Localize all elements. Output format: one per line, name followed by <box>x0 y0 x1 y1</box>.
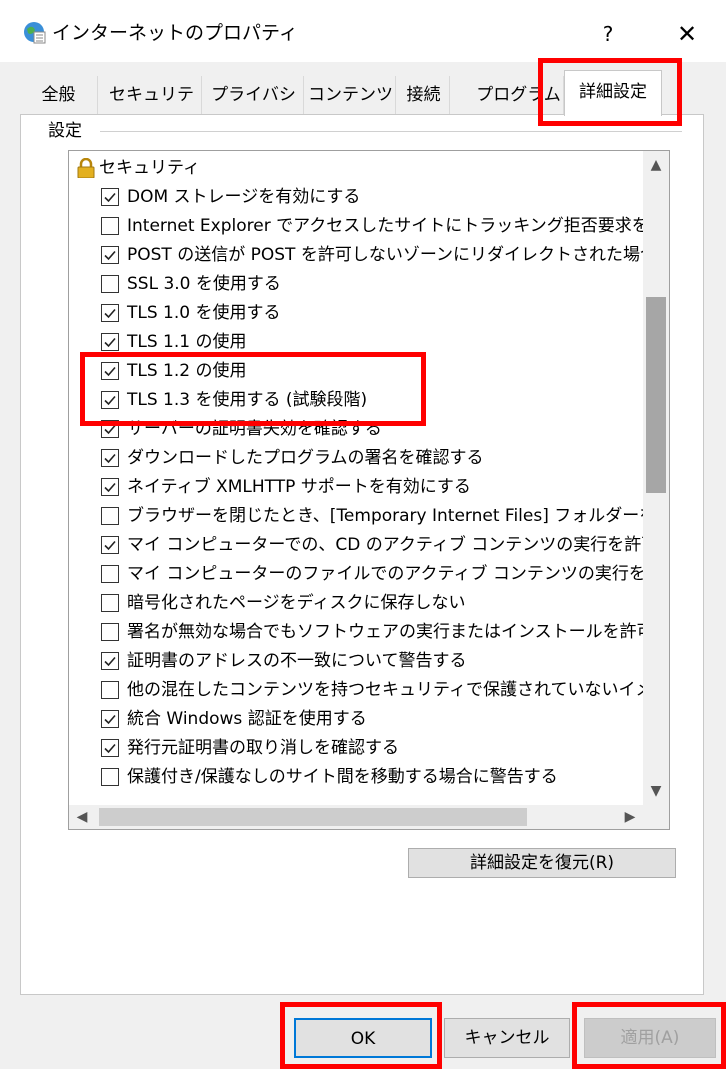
chevron-right-icon[interactable]: ▶ <box>617 805 643 829</box>
vertical-scroll-thumb[interactable] <box>646 297 666 493</box>
setting-label: SSL 3.0 を使用する <box>127 274 281 294</box>
tab-programs[interactable]: プログラム <box>474 76 564 114</box>
chevron-up-icon[interactable]: ▲ <box>643 151 669 179</box>
setting-label: サーバーの証明書失効を確認する <box>127 419 382 439</box>
checkbox-checked[interactable] <box>101 391 119 409</box>
group-divider <box>100 131 682 132</box>
cancel-button[interactable]: キャンセル <box>444 1018 570 1058</box>
settings-tree[interactable]: セキュリティ DOM ストレージを有効にする Internet Explorer … <box>68 150 670 830</box>
checkmark-icon <box>104 540 116 551</box>
horizontal-scroll-thumb[interactable] <box>99 808 527 826</box>
setting-label: 統合 Windows 認証を使用する <box>127 709 367 729</box>
tab-security[interactable]: セキュリティ <box>102 76 202 143</box>
checkmark-icon <box>104 337 116 348</box>
chevron-down-icon[interactable]: ▼ <box>643 777 669 805</box>
setting-label: TLS 1.2 の使用 <box>127 361 247 381</box>
checkbox-checked[interactable] <box>101 188 119 206</box>
lock-icon <box>77 157 95 179</box>
setting-label: POST の送信が POST を許可しないゾーンにリダイレクトされた場合 <box>127 245 643 265</box>
checkbox-unchecked[interactable] <box>101 275 119 293</box>
setting-label: 保護付き/保護なしのサイト間を移動する場合に警告する <box>127 767 558 787</box>
tab-connections[interactable]: 接続 <box>398 76 450 114</box>
checkbox-unchecked[interactable] <box>101 217 119 235</box>
checkbox-checked[interactable] <box>101 652 119 670</box>
checkbox-checked[interactable] <box>101 362 119 380</box>
checkmark-icon <box>104 308 116 319</box>
checkmark-icon <box>104 453 116 464</box>
checkbox-checked[interactable] <box>101 710 119 728</box>
setting-label: ダウンロードしたプログラムの署名を確認する <box>127 448 484 468</box>
internet-globe-icon <box>22 20 46 44</box>
horizontal-scrollbar[interactable]: ◀ ▶ <box>69 805 643 829</box>
checkbox-unchecked[interactable] <box>101 623 119 641</box>
tab-advanced[interactable]: 詳細設定 <box>564 70 662 116</box>
checkbox-checked[interactable] <box>101 420 119 438</box>
checkbox-checked[interactable] <box>101 246 119 264</box>
checkbox-checked[interactable] <box>101 449 119 467</box>
setting-label: ネイティブ XMLHTTP サポートを有効にする <box>127 477 471 497</box>
setting-label: 暗号化されたページをディスクに保存しない <box>127 593 466 613</box>
checkbox-unchecked[interactable] <box>101 507 119 525</box>
checkmark-icon <box>104 395 116 406</box>
restore-advanced-button[interactable]: 詳細設定を復元(R) <box>408 848 676 878</box>
setting-label: 署名が無効な場合でもソフトウェアの実行またはインストールを許可 <box>127 622 643 642</box>
checkbox-checked[interactable] <box>101 478 119 496</box>
checkbox-unchecked[interactable] <box>101 768 119 786</box>
checkmark-icon <box>104 482 116 493</box>
setting-label: 他の混在したコンテンツを持つセキュリティで保護されていないイメージ <box>127 680 643 700</box>
checkmark-icon <box>104 250 116 261</box>
setting-label: TLS 1.3 を使用する (試験段階) <box>127 390 368 410</box>
close-button[interactable]: ✕ <box>664 14 710 54</box>
setting-label: DOM ストレージを有効にする <box>127 187 361 207</box>
category-label: セキュリティ <box>99 158 200 178</box>
window-title: インターネットのプロパティ <box>52 22 298 44</box>
checkmark-icon <box>104 656 116 667</box>
setting-label: Internet Explorer でアクセスしたサイトにトラッキング拒否要求を… <box>127 216 643 236</box>
checkmark-icon <box>104 192 116 203</box>
tab-content[interactable]: コンテンツ <box>306 76 396 114</box>
checkmark-icon <box>104 366 116 377</box>
tab-general[interactable]: 全般 <box>20 76 98 114</box>
settings-list: セキュリティ DOM ストレージを有効にする Internet Explorer … <box>69 151 643 805</box>
tab-privacy[interactable]: プライバシー <box>204 76 304 143</box>
checkmark-icon <box>104 714 116 725</box>
setting-label: 発行元証明書の取り消しを確認する <box>127 738 399 758</box>
setting-label: TLS 1.0 を使用する <box>127 303 281 323</box>
checkmark-icon <box>104 424 116 435</box>
help-button[interactable]: ? <box>588 14 628 54</box>
setting-label: マイ コンピューターでの、CD のアクティブ コンテンツの実行を許可する <box>127 535 643 555</box>
chevron-left-icon[interactable]: ◀ <box>69 805 95 829</box>
checkbox-checked[interactable] <box>101 304 119 322</box>
setting-label: ブラウザーを閉じたとき、[Temporary Internet Files] フ… <box>127 506 643 526</box>
settings-group-label: 設定 <box>42 118 88 144</box>
scroll-corner <box>643 805 669 829</box>
vertical-scrollbar[interactable]: ▲ ▼ <box>643 151 669 805</box>
checkbox-checked[interactable] <box>101 333 119 351</box>
ok-button[interactable]: OK <box>294 1018 432 1058</box>
checkbox-unchecked[interactable] <box>101 565 119 583</box>
setting-label: 証明書のアドレスの不一致について警告する <box>127 651 467 671</box>
checkbox-unchecked[interactable] <box>101 594 119 612</box>
checkbox-checked[interactable] <box>101 739 119 757</box>
setting-label: マイ コンピューターのファイルでのアクティブ コンテンツの実行を許可す <box>127 564 643 584</box>
checkmark-icon <box>104 743 116 754</box>
apply-button[interactable]: 適用(A) <box>584 1018 716 1058</box>
setting-label: TLS 1.1 の使用 <box>127 332 247 352</box>
checkbox-unchecked[interactable] <box>101 681 119 699</box>
checkbox-checked[interactable] <box>101 536 119 554</box>
